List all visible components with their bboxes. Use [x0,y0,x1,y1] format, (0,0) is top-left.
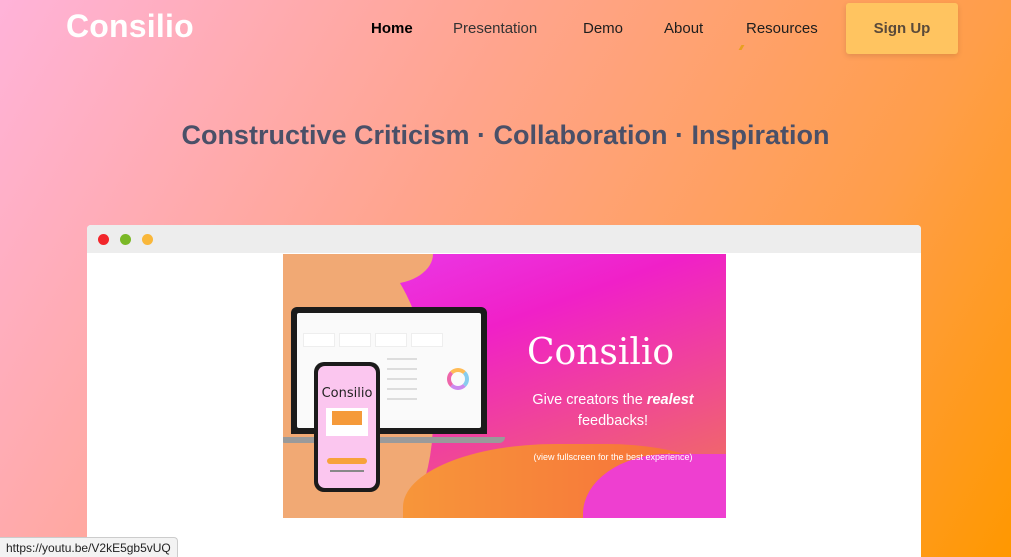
dashboard-row [387,358,417,360]
video-title: Consilio [527,332,675,373]
link-status-bar: https://youtu.be/V2kE5gb5vUQ [0,537,178,557]
phone-mockup-image: Consilio [314,362,380,492]
phone-logo: Consilio [321,386,373,401]
video-note: (view fullscreen for the best experience… [533,452,693,462]
top-nav: Home Presentation Demo About Resources S… [0,0,1011,56]
signup-button[interactable]: Sign Up [846,3,958,54]
video-subtitle-suffix: feedbacks! [577,413,649,429]
nav-about[interactable]: About [664,20,703,37]
nav-resources[interactable]: Resources [746,20,818,37]
nav-demo[interactable]: Demo [583,20,623,37]
dashboard-row [387,398,417,400]
close-dot-icon [98,234,109,245]
browser-title-bar [87,225,921,253]
dashboard-card [375,333,407,347]
phone-card-image [332,411,362,425]
phone-button [327,458,367,464]
dashboard-card [339,333,371,347]
dashboard-row [387,368,417,370]
phone-link [330,470,364,472]
video-subtitle-emphasis: realest [646,392,694,408]
dashboard-row [387,378,417,380]
dashboard-row [387,388,417,390]
nav-home[interactable]: Home [371,20,413,37]
maximize-dot-icon [120,234,131,245]
dashboard-card [303,333,335,347]
video-subtitle: Give creators the realest feedbacks! [513,390,713,432]
video-embed[interactable]: Consilio Consilio Give creators the real… [283,254,726,518]
hero-tagline: Constructive Criticism · Collaboration ·… [181,120,830,150]
donut-chart-icon [447,368,469,390]
phone-card [326,408,368,436]
phone-screen: Consilio [318,366,376,488]
dashboard-card [411,333,443,347]
nav-presentation[interactable]: Presentation [453,20,537,37]
video-subtitle-prefix: Give creators the [532,392,647,408]
browser-mockup: Consilio Consilio Give creators the real… [87,225,921,557]
minimize-dot-icon [142,234,153,245]
